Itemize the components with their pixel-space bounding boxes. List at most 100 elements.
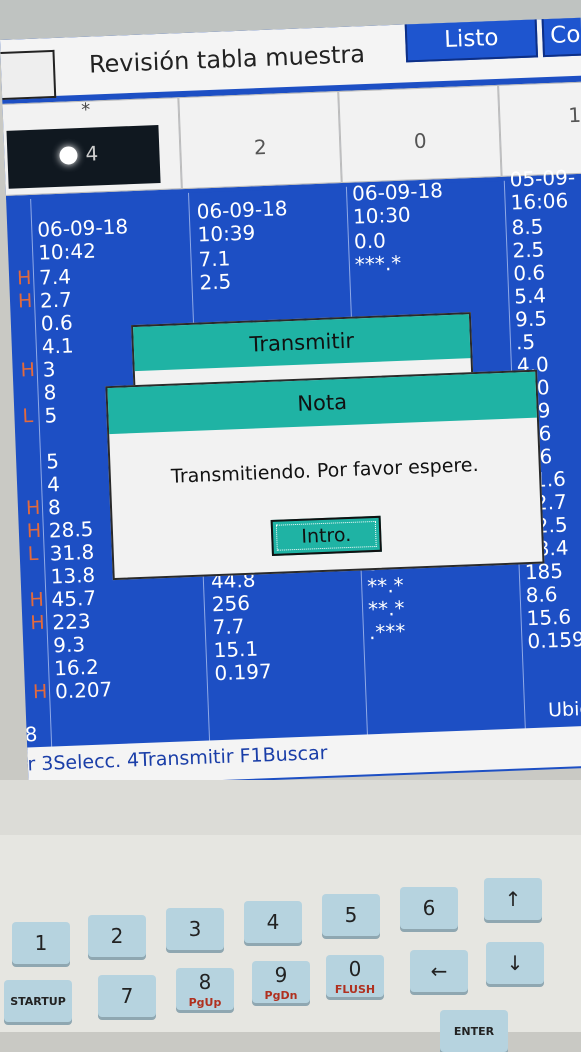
cell-value: 5 [43, 403, 58, 428]
key-label: 2 [110, 924, 124, 948]
cell-flag: H [25, 496, 41, 520]
cell-value: 2.5 [198, 269, 232, 295]
key-3[interactable]: 3 [166, 908, 224, 950]
column-header[interactable]: 0 [338, 84, 502, 183]
cell-flag [190, 617, 201, 640]
cell-flag [176, 249, 187, 272]
column-0-values: 7.4 2.7 0.6 4.1 3 8 5 5 4 8 28.5 31.8 13.8 45.7 223 9.3… [39, 264, 113, 703]
column-header-number: 4 [84, 141, 99, 166]
status-bar: ar 3Selecc. 4Transmitir F1Buscar [15, 725, 581, 788]
key-1[interactable]: 1 [12, 922, 70, 964]
selected-column-cell: 4 [6, 124, 161, 189]
cell-flag [177, 272, 188, 295]
cell-value: 2.7 [39, 287, 73, 313]
key-enter[interactable]: ENTER [440, 1010, 508, 1052]
column-0-datetime: 06-09-18 10:42 [37, 214, 129, 265]
cell-flag: H [29, 588, 45, 612]
cell-value: 7.4 [38, 264, 72, 290]
key-label: ENTER [453, 1024, 495, 1038]
cursor-dot-icon [59, 146, 78, 165]
cell-value: ***.* [354, 250, 402, 277]
transmit-dialog-title: Transmitir [133, 314, 471, 372]
intro-button[interactable]: Intro. [270, 515, 382, 556]
cell-value: 3 [42, 357, 56, 382]
cell-value: 2.5 [511, 237, 545, 263]
key-0[interactable]: 0 FLUSH [326, 955, 384, 997]
key-label: 1 [34, 931, 48, 955]
cell-flag [31, 635, 46, 659]
cell-value: **.* [366, 572, 405, 599]
key-label: 7 [120, 984, 134, 1008]
next-button[interactable]: Co [541, 17, 581, 58]
key-label: 3 [188, 917, 202, 941]
cell-flag: H [17, 289, 33, 313]
selected-marker: * [80, 99, 91, 121]
column-3-datetime: 05-09- 16:06 [509, 165, 576, 214]
cell-flag [191, 640, 202, 663]
cell-flag [21, 382, 36, 406]
key-6[interactable]: 6 [400, 887, 458, 929]
key-startup[interactable]: STARTUP [4, 980, 72, 1022]
cell-value: 0.6 [512, 260, 546, 286]
cell-value: 28.5 [48, 516, 94, 543]
column-header-number: 12 [567, 102, 581, 128]
cell-value: 0.207 [54, 677, 113, 704]
key-label: ← [430, 959, 448, 983]
key-sublabel: FLUSH [334, 982, 376, 996]
cell-value: 4.1 [41, 333, 75, 359]
column-header-number: 0 [413, 128, 428, 154]
cell-value: 31.8 [49, 539, 95, 566]
function-key-hints: ar 3Selecc. 4Transmitir F1Buscar [15, 741, 328, 776]
key-8[interactable]: 8 PgUp [176, 968, 234, 1010]
note-dialog-message: Transmitiendo. Por favor espere. [170, 453, 479, 488]
cell-flag [189, 594, 200, 617]
cell-value: 9.5 [514, 306, 548, 332]
cell-value: 4 [46, 472, 61, 497]
column-header-selected[interactable]: * 4 [0, 97, 182, 197]
cell-flag [178, 295, 189, 318]
cell-flag [19, 313, 34, 337]
cell-value [369, 642, 416, 667]
key-label: 8 [198, 969, 212, 994]
cell-value: 0.159 [527, 627, 581, 654]
cell-flag [24, 451, 39, 475]
cell-flag [23, 428, 38, 452]
key-2[interactable]: 2 [88, 915, 146, 957]
key-label: 5 [344, 903, 358, 927]
cell-value: 8 [47, 495, 62, 520]
listo-button[interactable]: Listo [404, 17, 539, 63]
note-dialog: Nota Transmitiendo. Por favor espere. In… [105, 369, 545, 581]
column-header[interactable]: 12 [498, 80, 581, 177]
key-[interactable]: ← [410, 950, 468, 992]
keypad: 1 2 3 4 5 6 ↑ STARTUP 7 8 PgUp 9 PgDn 0 FLUSH ← ↓ ENTER [0, 835, 581, 1052]
monitor-bezel-bottom [0, 780, 581, 840]
key-[interactable]: ↓ [486, 942, 544, 984]
column-header[interactable]: 2 [178, 91, 342, 190]
cell-value: 8.6 [525, 582, 558, 608]
key-5[interactable]: 5 [322, 894, 380, 936]
key-label: STARTUP [10, 994, 66, 1008]
key-9[interactable]: 9 PgDn [252, 961, 310, 1003]
cell-flag [348, 599, 359, 622]
cell-value [45, 425, 103, 450]
cell-value: 9.3 [52, 632, 86, 658]
sample-time: 10:42 [37, 238, 97, 265]
left-edge-value: 8 [24, 722, 38, 747]
column-2-datetime: 06-09-18 10:30 [352, 178, 444, 229]
cell-value: 5 [45, 449, 60, 474]
cell-value: 8.5 [511, 214, 544, 240]
cell-value: 8 [43, 380, 57, 405]
cell-flag: H [29, 611, 46, 635]
key-[interactable]: ↑ [484, 878, 542, 920]
key-4[interactable]: 4 [244, 901, 302, 943]
cell-flag: H [26, 519, 42, 543]
cell-flag: H [20, 358, 36, 382]
cell-value: 7.1 [198, 246, 231, 272]
cell-flag [28, 566, 43, 590]
cell-flag [334, 254, 345, 277]
cell-flag [347, 576, 358, 599]
sample-time: 10:30 [352, 202, 412, 229]
key-7[interactable]: 7 [98, 975, 156, 1017]
cell-value: .5 [515, 329, 536, 355]
cell-flag: L [27, 542, 39, 566]
